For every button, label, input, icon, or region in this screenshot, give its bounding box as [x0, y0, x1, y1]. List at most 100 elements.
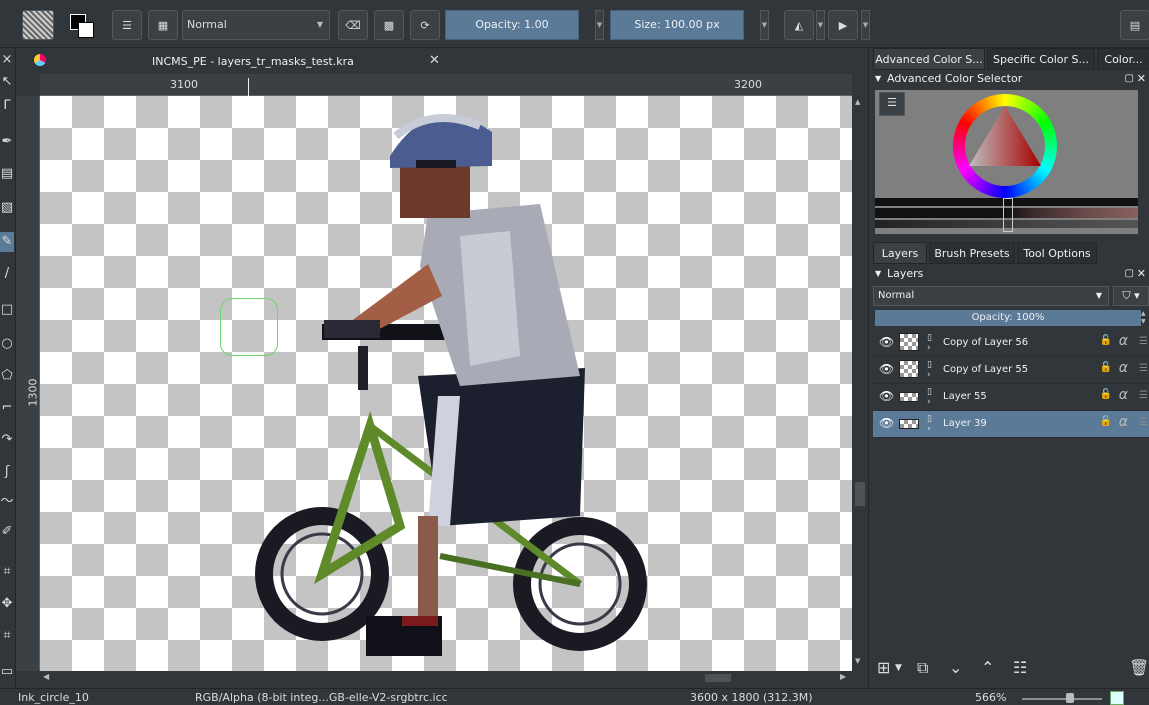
scroll-thumb[interactable]: [705, 674, 731, 682]
scroll-thumb[interactable]: [855, 482, 865, 506]
layer-row[interactable]: 👁 ▯ › Copy of Layer 55 🔓 α ☰: [873, 357, 1149, 384]
crop-tool-icon[interactable]: ⌗: [0, 562, 14, 582]
canvas[interactable]: [40, 96, 852, 671]
layer-options-icon[interactable]: ☰: [1139, 417, 1148, 428]
opacity-slider[interactable]: Opacity: 1.00: [445, 10, 579, 40]
size-spin-icon[interactable]: ▼: [760, 10, 769, 40]
visibility-eye-icon[interactable]: 👁: [879, 335, 894, 349]
alpha-lock-icon[interactable]: α: [1119, 333, 1128, 349]
size-slider[interactable]: Size: 100.00 px: [610, 10, 744, 40]
horizontal-scrollbar[interactable]: ◀ ▶: [40, 671, 852, 685]
close-icon[interactable]: ×: [0, 50, 14, 70]
alpha-lock-icon[interactable]: α: [1119, 414, 1128, 430]
layer-opacity-slider[interactable]: Opacity: 100%: [875, 310, 1141, 326]
blend-mode-dropdown[interactable]: Normal ▼: [182, 10, 330, 40]
advanced-color-selector[interactable]: ☰: [875, 90, 1138, 234]
text-tool-icon[interactable]: ᒥ: [0, 96, 14, 116]
freehand-brush-icon[interactable]: ✎: [0, 232, 14, 252]
add-layer-options-icon[interactable]: ▼: [895, 663, 902, 673]
duplicate-layer-icon[interactable]: ⧉: [917, 658, 928, 678]
scroll-left-icon[interactable]: ◀: [43, 672, 49, 681]
float-icon[interactable]: ▢: [1125, 265, 1134, 283]
layer-name: Layer 39: [943, 418, 987, 429]
alpha-lock-icon[interactable]: α: [1119, 360, 1128, 376]
ellipse-tool-icon[interactable]: ○: [0, 334, 14, 354]
float-icon[interactable]: ▢: [1125, 70, 1134, 88]
scroll-up-icon[interactable]: ▲: [855, 98, 860, 106]
fg-bg-color-icon[interactable]: [66, 10, 96, 40]
brush-settings-icon[interactable]: ☰: [112, 10, 142, 40]
layer-row[interactable]: 👁 ▯ › Copy of Layer 56 🔓 α ☰: [873, 330, 1149, 357]
alpha-lock-icon[interactable]: α: [1119, 387, 1128, 403]
close-docker-icon[interactable]: ✕: [1137, 265, 1146, 283]
rectangle-tool-icon[interactable]: □: [0, 300, 14, 320]
workspace-icon[interactable]: ▤: [1120, 10, 1149, 40]
lock-icon[interactable]: 🔓: [1100, 416, 1112, 427]
layer-name: Copy of Layer 55: [943, 364, 1029, 375]
transform-tool-icon[interactable]: ⌗: [0, 626, 14, 646]
close-tab-icon[interactable]: ✕: [429, 53, 440, 68]
move-layer-down-icon[interactable]: ⌄: [949, 658, 962, 677]
scroll-right-icon[interactable]: ▶: [840, 672, 846, 681]
tab-color[interactable]: Color...: [1097, 48, 1149, 70]
close-docker-icon[interactable]: ✕: [1137, 70, 1146, 88]
visibility-eye-icon[interactable]: 👁: [879, 389, 894, 403]
multibrush-icon[interactable]: ✐: [0, 522, 14, 542]
layer-row[interactable]: 👁 ▯ › Layer 55 🔓 α ☰: [873, 384, 1149, 411]
visibility-eye-icon[interactable]: 👁: [879, 416, 894, 430]
color-settings-icon[interactable]: ☰: [879, 92, 905, 116]
freehand-path-icon[interactable]: ʃ: [0, 462, 14, 482]
layer-options-icon[interactable]: ☰: [1139, 363, 1148, 374]
visibility-eye-icon[interactable]: 👁: [879, 362, 894, 376]
tab-layers[interactable]: Layers: [873, 242, 927, 264]
mirror-h-options-icon[interactable]: ▼: [816, 10, 825, 40]
eraser-icon[interactable]: ⌫: [338, 10, 368, 40]
rotation-icon[interactable]: [1110, 691, 1124, 705]
bezier-tool-icon[interactable]: ↷: [0, 430, 14, 450]
select-shapes-icon[interactable]: ↖: [0, 72, 14, 92]
delete-layer-icon[interactable]: 🗑: [1129, 658, 1149, 677]
gradient-edit-icon[interactable]: ▤: [0, 164, 14, 184]
tab-advanced-color[interactable]: Advanced Color S...: [873, 48, 985, 70]
polygon-tool-icon[interactable]: ⬠: [0, 366, 14, 386]
ruler-label: 3100: [170, 78, 198, 91]
lock-icon[interactable]: 🔓: [1100, 389, 1112, 400]
line-tool-icon[interactable]: /: [0, 264, 14, 284]
layer-properties-icon[interactable]: ☷: [1013, 658, 1027, 677]
move-layer-up-icon[interactable]: ⌃: [981, 658, 994, 677]
collapse-icon[interactable]: ▼: [875, 70, 881, 88]
tab-tool-options[interactable]: Tool Options: [1017, 242, 1097, 264]
dynamic-brush-icon[interactable]: 〜: [0, 492, 14, 512]
layer-opacity-spin-icon[interactable]: ▲ ▼: [1141, 310, 1149, 326]
calligraphy-icon[interactable]: ✒: [0, 132, 14, 152]
vertical-scrollbar[interactable]: ▲ ▼: [852, 96, 868, 671]
document-tab[interactable]: INCMS_PE - layers_tr_masks_test.kra ✕: [16, 48, 868, 74]
mirror-v-options-icon[interactable]: ▼: [861, 10, 870, 40]
reload-preset-icon[interactable]: ⟳: [410, 10, 440, 40]
mirror-horizontal-icon[interactable]: ◭: [784, 10, 814, 40]
measure-tool-icon[interactable]: ▭: [0, 662, 14, 682]
scroll-down-icon[interactable]: ▼: [855, 657, 860, 665]
layer-options-icon[interactable]: ☰: [1139, 390, 1148, 401]
layer-blend-mode-dropdown[interactable]: Normal ▼: [873, 286, 1109, 306]
tab-brush-presets[interactable]: Brush Presets: [929, 242, 1015, 264]
add-layer-icon[interactable]: ⊞: [877, 658, 890, 677]
saturation-triangle[interactable]: [965, 104, 1045, 174]
pattern-settings-icon[interactable]: ▦: [148, 10, 178, 40]
brush-preset-icon[interactable]: [22, 10, 54, 40]
preserve-alpha-icon[interactable]: ▩: [374, 10, 404, 40]
tab-specific-color[interactable]: Specific Color S...: [987, 48, 1095, 70]
opacity-spin-icon[interactable]: ▼: [595, 10, 604, 40]
lock-icon[interactable]: 🔓: [1100, 362, 1112, 373]
move-tool-icon[interactable]: ✥: [0, 594, 14, 614]
zoom-slider[interactable]: [1022, 693, 1102, 703]
lock-icon[interactable]: 🔓: [1100, 335, 1112, 346]
layer-options-icon[interactable]: ☰: [1139, 336, 1148, 347]
layer-row-selected[interactable]: 👁 ▯ › Layer 39 🔓 α ☰: [873, 411, 1149, 438]
filter-icon[interactable]: ⛉ ▾: [1113, 286, 1149, 306]
mirror-vertical-icon[interactable]: ▶: [828, 10, 858, 40]
brush-cursor-outline: [220, 298, 278, 356]
polyline-tool-icon[interactable]: ⌐: [0, 398, 14, 418]
pattern-edit-icon[interactable]: ▧: [0, 198, 14, 218]
collapse-icon[interactable]: ▼: [875, 265, 881, 283]
